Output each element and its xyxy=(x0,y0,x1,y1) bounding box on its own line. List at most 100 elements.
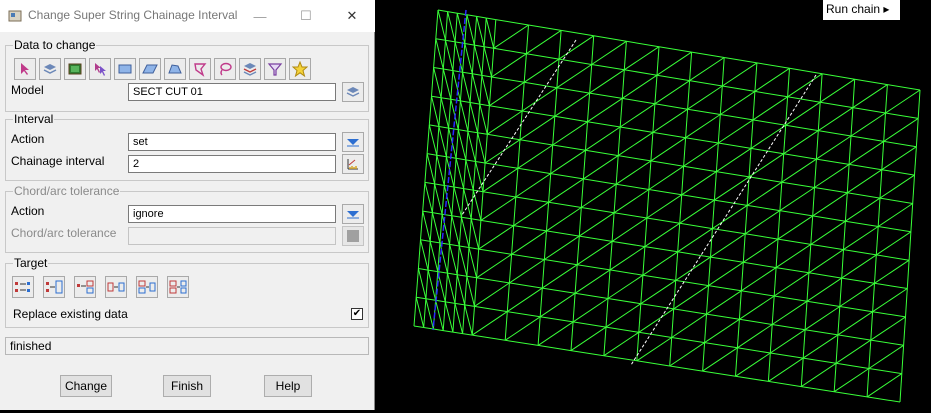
star-icon[interactable] xyxy=(289,58,311,80)
mesh-edge xyxy=(458,217,462,247)
mesh-edge xyxy=(850,135,884,142)
mesh-edge xyxy=(779,210,813,217)
stack-icon[interactable] xyxy=(239,58,261,80)
pick-multi-icon[interactable] xyxy=(89,58,111,80)
mesh-edge xyxy=(515,196,549,203)
mesh-edge xyxy=(640,279,676,305)
mesh-edge xyxy=(638,303,642,333)
maximize-icon[interactable]: ☐ xyxy=(283,0,329,32)
mesh-edge xyxy=(460,100,471,103)
mesh-edge xyxy=(464,304,473,336)
mesh-edge xyxy=(743,238,779,263)
model-select-layers-icon[interactable] xyxy=(342,82,364,102)
mesh-edge xyxy=(473,16,478,46)
mesh-edge xyxy=(877,203,913,227)
image-icon[interactable] xyxy=(64,58,86,80)
mesh-edge xyxy=(837,306,841,335)
mesh-edge xyxy=(482,167,519,193)
mesh-edge xyxy=(455,129,459,159)
mesh-edge xyxy=(833,363,837,392)
filter-icon[interactable] xyxy=(264,58,286,80)
disabled-square-icon[interactable] xyxy=(342,226,364,246)
mesh-edge xyxy=(607,274,644,299)
target-option-3-icon[interactable] xyxy=(74,276,96,298)
mesh-edge xyxy=(746,181,783,206)
polygon-icon[interactable] xyxy=(164,58,186,80)
mesh-edge xyxy=(435,300,444,331)
run-chain-menu[interactable]: Run chain ▸ xyxy=(823,0,900,20)
mesh-edge xyxy=(652,103,656,133)
mesh-edge xyxy=(650,160,684,167)
finish-button[interactable]: Finish xyxy=(163,375,211,397)
replace-existing-data-checkbox[interactable]: ✔ xyxy=(351,308,363,320)
mesh-edge xyxy=(656,51,692,76)
mesh-edge xyxy=(472,73,482,76)
mesh-edge xyxy=(877,198,881,227)
pointer-select-icon[interactable] xyxy=(14,58,36,80)
mesh-edge xyxy=(850,112,886,137)
mesh-edge xyxy=(854,78,888,86)
mesh-edge xyxy=(810,243,844,251)
mesh-edge xyxy=(735,352,771,377)
mesh-edge xyxy=(470,218,480,250)
mesh-edge xyxy=(519,115,556,141)
chainage-interval-input[interactable]: 2 xyxy=(128,155,336,173)
mesh-edge xyxy=(440,97,450,129)
mesh-edge xyxy=(449,244,458,275)
mesh-edge xyxy=(669,337,673,367)
mesh-edge xyxy=(453,186,462,218)
parallelogram-icon[interactable] xyxy=(139,58,161,80)
mesh-edge xyxy=(752,96,788,121)
mesh-edge xyxy=(427,241,431,271)
mesh-edge xyxy=(476,249,480,278)
mesh-edge xyxy=(722,62,758,87)
mesh-edge xyxy=(721,57,725,87)
mesh-edge xyxy=(428,124,438,156)
chevron-down-icon[interactable] xyxy=(342,204,364,224)
mesh-edge xyxy=(704,318,740,344)
minimize-icon[interactable]: — xyxy=(237,0,283,32)
mesh-edge xyxy=(710,228,713,258)
plan-view-viewport[interactable] xyxy=(376,0,931,410)
mesh-edge xyxy=(570,326,607,352)
model-input[interactable]: SECT CUT 01 xyxy=(128,83,336,101)
rectangle-icon[interactable] xyxy=(114,58,136,80)
mesh-edge xyxy=(719,85,723,115)
mesh-edge xyxy=(808,244,812,273)
mesh-edge xyxy=(445,128,450,157)
mesh-edge xyxy=(870,339,904,346)
ruler-icon[interactable] xyxy=(342,154,364,174)
mesh-edge xyxy=(685,114,721,139)
target-option-1-icon[interactable] xyxy=(12,276,34,298)
mesh-edge xyxy=(844,192,848,222)
mesh-edge xyxy=(452,70,463,73)
mesh-edge xyxy=(521,87,558,112)
help-button[interactable]: Help xyxy=(264,375,312,397)
close-icon[interactable]: ✕ xyxy=(329,0,375,32)
chevron-down-icon[interactable] xyxy=(342,132,364,152)
mesh-edge xyxy=(710,256,744,263)
mesh-edge xyxy=(433,328,444,332)
mesh-edge xyxy=(507,287,543,313)
change-button[interactable]: Change xyxy=(60,375,112,397)
interval-action-select[interactable]: set xyxy=(128,133,336,151)
mesh-edge xyxy=(716,171,750,178)
mesh-edge xyxy=(467,130,478,134)
mesh-edge xyxy=(444,185,455,188)
mesh-edge xyxy=(881,146,917,171)
mesh-edge xyxy=(558,35,594,60)
target-option-6-icon[interactable] xyxy=(167,276,189,298)
target-option-2-icon[interactable] xyxy=(43,276,65,298)
mesh-edge xyxy=(591,40,627,65)
lasso-icon[interactable] xyxy=(189,58,211,80)
layers-icon[interactable] xyxy=(39,58,61,80)
target-option-4-icon[interactable] xyxy=(105,276,127,298)
mesh-edge xyxy=(872,283,875,312)
freehand-lasso-icon[interactable] xyxy=(214,58,236,80)
target-option-5-icon[interactable] xyxy=(136,276,158,298)
chord-tolerance-input[interactable] xyxy=(128,227,336,245)
title-bar[interactable]: Change Super String Chainage Interval — … xyxy=(0,0,375,32)
mesh-edge xyxy=(579,235,613,242)
mesh-edge xyxy=(431,96,440,127)
chord-action-select[interactable]: ignore xyxy=(128,205,336,223)
